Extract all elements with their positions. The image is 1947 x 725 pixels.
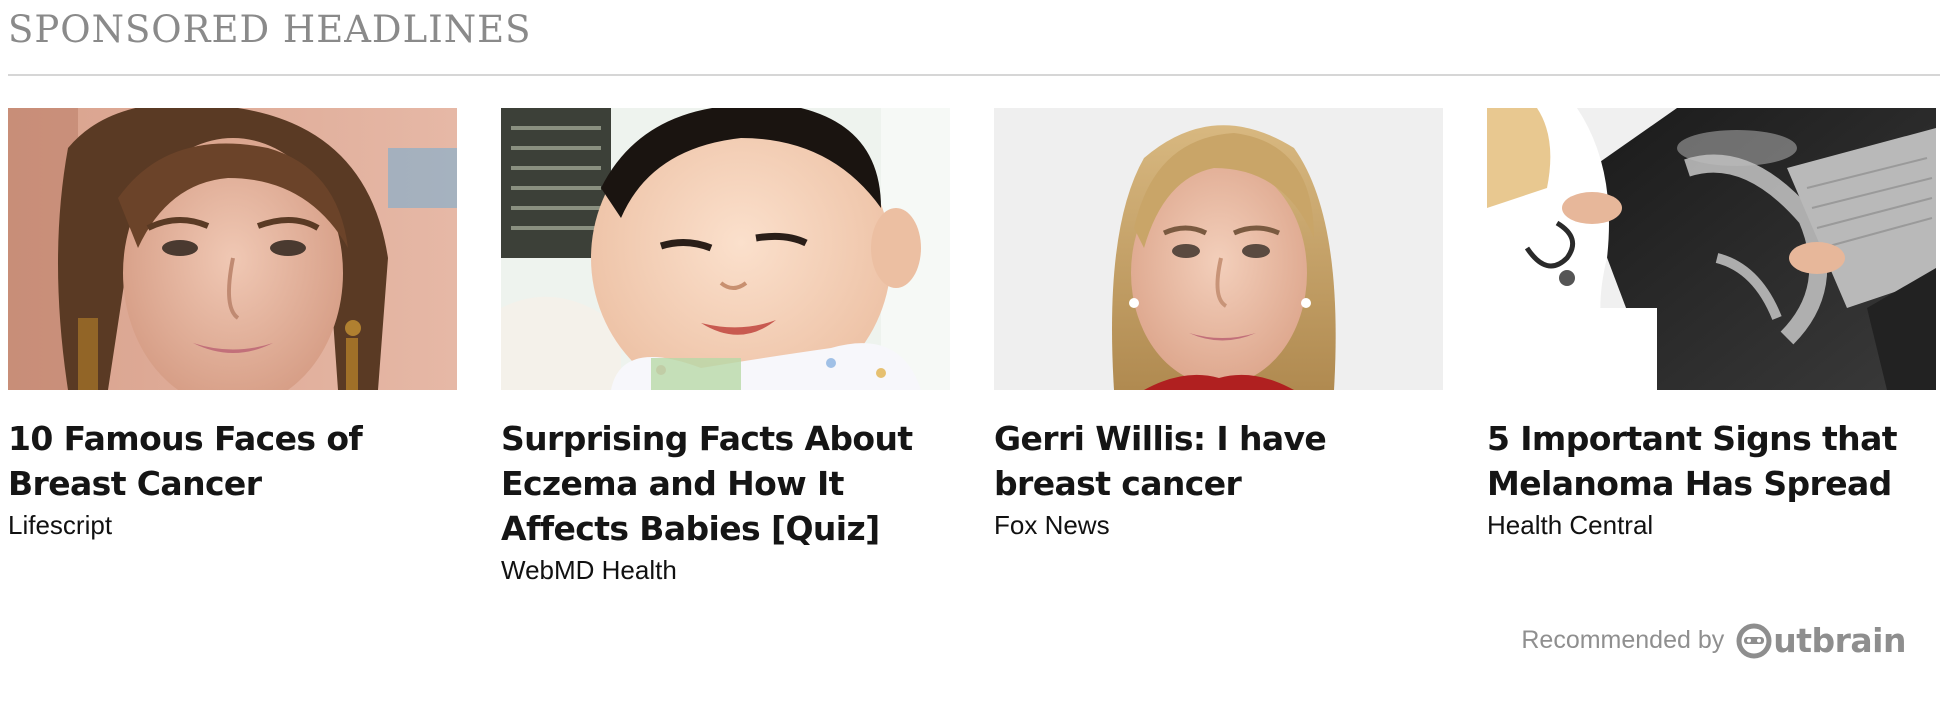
headline-card-2[interactable]: Surprising Facts About Eczema and How It… — [501, 108, 950, 587]
outbrain-wordmark: utbrain — [1773, 621, 1906, 660]
headline-card-3[interactable]: Gerri Willis: I have breast cancer Fox N… — [994, 108, 1443, 542]
card-headline[interactable]: Gerri Willis: I have breast cancer — [994, 416, 1443, 506]
blonde-woman-portrait-photo — [994, 108, 1443, 390]
card-source: Lifescript — [8, 510, 113, 540]
card-headline[interactable]: Surprising Facts About Eczema and How It… — [501, 416, 950, 551]
thumbnail-doctor-xray[interactable] — [1487, 108, 1936, 390]
woman-portrait-photo — [8, 108, 457, 390]
thumbnail-blonde-woman[interactable] — [994, 108, 1443, 390]
sponsored-headlines-widget: SPONSORED HEADLINES 10 Famous Faces of B… — [8, 0, 1940, 725]
outbrain-logo[interactable]: utbrain — [1736, 621, 1906, 660]
card-headline[interactable]: 10 Famous Faces of Breast Cancer — [8, 416, 457, 506]
section-title: SPONSORED HEADLINES — [8, 8, 532, 51]
doctor-xray-photo — [1487, 108, 1936, 390]
card-source: WebMD Health — [501, 555, 677, 585]
headline-card-1[interactable]: 10 Famous Faces of Breast Cancer Lifescr… — [8, 108, 457, 542]
outbrain-mark-icon — [1736, 623, 1772, 658]
baby-photo — [501, 108, 950, 390]
thumbnail-baby[interactable] — [501, 108, 950, 390]
headline-card-4[interactable]: 5 Important Signs that Melanoma Has Spre… — [1487, 108, 1936, 542]
card-source: Fox News — [994, 510, 1110, 540]
thumbnail-woman-portrait[interactable] — [8, 108, 457, 390]
outbrain-attribution[interactable]: Recommended by utbrain — [1521, 621, 1906, 660]
recommended-by-label: Recommended by — [1521, 626, 1725, 654]
card-source: Health Central — [1487, 510, 1654, 540]
divider — [8, 74, 1940, 76]
card-headline[interactable]: 5 Important Signs that Melanoma Has Spre… — [1487, 416, 1936, 506]
